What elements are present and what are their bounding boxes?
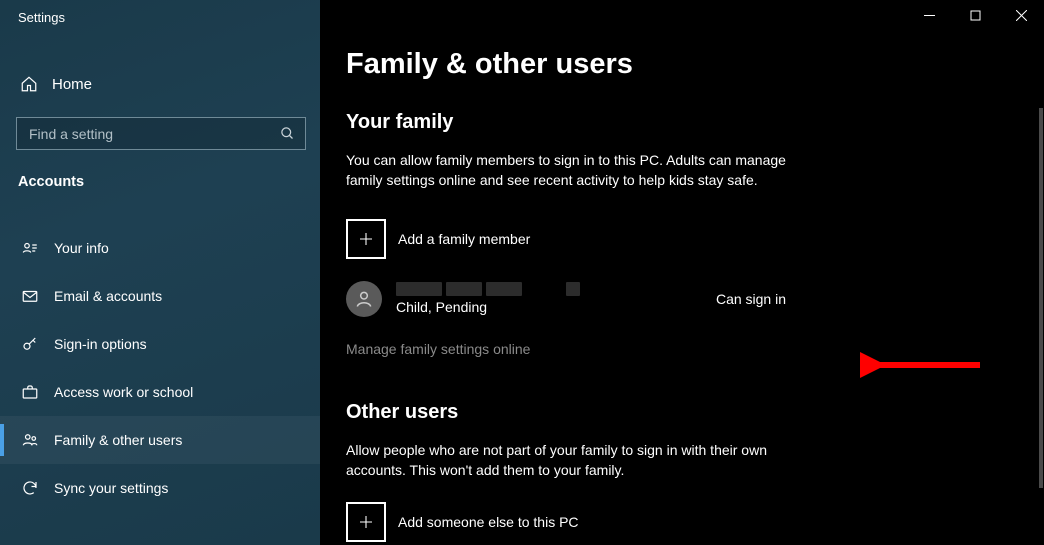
your-family-heading: Your family [346,111,1012,134]
sync-icon [20,478,40,498]
manage-family-settings-link[interactable]: Manage family settings online [346,341,530,357]
sidebar: Settings Home Accounts Your info Email &… [0,0,320,545]
briefcase-icon [20,382,40,402]
sidebar-item-email-accounts[interactable]: Email & accounts [0,272,320,320]
sidebar-nav: Your info Email & accounts Sign-in optio… [0,224,320,512]
family-member-row[interactable]: Child, Pending Can sign in [346,281,786,317]
sidebar-item-label: Email & accounts [54,288,162,304]
scrollbar-thumb[interactable] [1039,108,1043,488]
sidebar-item-your-info[interactable]: Your info [0,224,320,272]
add-family-member-label: Add a family member [398,231,530,247]
search-icon [280,126,295,141]
sidebar-item-sync-settings[interactable]: Sync your settings [0,464,320,512]
sidebar-item-label: Sync your settings [54,480,168,496]
scrollbar[interactable] [1039,28,1043,545]
signin-status: Can sign in [716,291,786,307]
person-card-icon [20,238,40,258]
people-icon [20,430,40,450]
maximize-button[interactable] [952,0,998,30]
avatar [346,281,382,317]
sidebar-item-label: Access work or school [54,384,193,400]
add-family-member-button[interactable]: Add a family member [346,219,1012,259]
close-button[interactable] [998,0,1044,30]
other-users-heading: Other users [346,401,1012,424]
member-name-redacted [396,282,716,296]
home-icon [20,75,38,93]
member-info: Child, Pending [396,282,716,315]
person-icon [354,289,374,309]
sidebar-item-access-work-school[interactable]: Access work or school [0,368,320,416]
member-status: Child, Pending [396,299,716,315]
sidebar-item-family-other-users[interactable]: Family & other users [0,416,320,464]
sidebar-item-signin-options[interactable]: Sign-in options [0,320,320,368]
sidebar-item-label: Your info [54,240,109,256]
window-controls [906,0,1044,30]
search-field[interactable] [29,126,280,142]
key-icon [20,334,40,354]
sidebar-section-heading: Accounts [0,150,320,190]
plus-icon [346,219,386,259]
content-area: Family & other users Your family You can… [320,0,1044,542]
window-title: Settings [0,0,320,25]
search-input[interactable] [16,117,306,150]
add-other-user-button[interactable]: Add someone else to this PC [346,502,1012,542]
home-button[interactable]: Home [0,61,320,93]
main-panel: Family & other users Your family You can… [320,0,1044,545]
sidebar-item-label: Sign-in options [54,336,147,352]
mail-icon [20,286,40,306]
plus-icon [346,502,386,542]
your-family-description: You can allow family members to sign in … [346,150,786,191]
other-users-description: Allow people who are not part of your fa… [346,440,786,481]
add-other-user-label: Add someone else to this PC [398,514,579,530]
home-label: Home [52,76,92,93]
minimize-button[interactable] [906,0,952,30]
page-title: Family & other users [346,48,1012,81]
sidebar-item-label: Family & other users [54,432,182,448]
